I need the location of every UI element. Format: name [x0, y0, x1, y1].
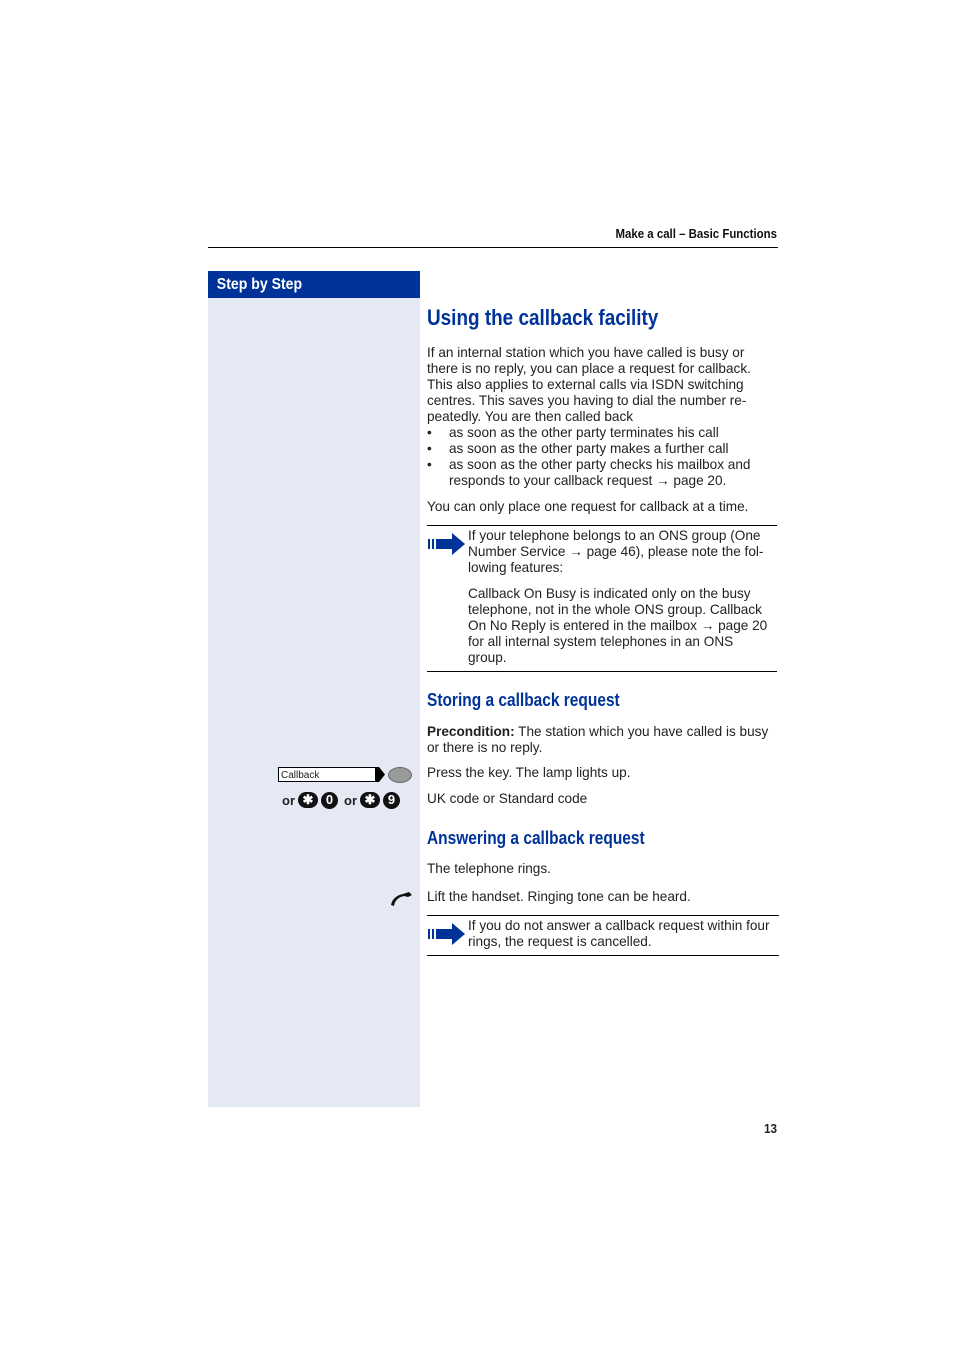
- intro-paragraph: If an internal station which you have ca…: [427, 345, 751, 424]
- cancel-note-text: If you do not answer a callback request …: [468, 918, 770, 949]
- bullet-dot: •: [427, 457, 432, 472]
- header-divider: [208, 247, 778, 248]
- page-title: Using the callback facility: [427, 305, 659, 330]
- note2-divider-top: [427, 915, 779, 916]
- or-label: or: [344, 792, 357, 808]
- note-divider-bottom: [427, 671, 777, 672]
- step-by-step-sidebar: [208, 271, 420, 1107]
- ons-note-text-1: If your telephone belongs to an ONS grou…: [468, 528, 764, 575]
- lamp-icon: [388, 767, 412, 783]
- note-arrow-icon: [428, 533, 465, 555]
- page-number: 13: [763, 1121, 777, 1136]
- single-request-note: You can only place one request for callb…: [427, 499, 749, 514]
- star-key-icon[interactable]: ✱: [298, 792, 318, 808]
- sidebar-header: Step by Step: [208, 271, 420, 298]
- callback-key[interactable]: Callback: [278, 767, 376, 782]
- code-keys: or ✱ 0 or ✱ 9: [282, 791, 400, 809]
- precondition-label: Precondition:: [427, 724, 515, 739]
- bullet-dot: •: [427, 425, 432, 440]
- bullet-dot: •: [427, 441, 432, 456]
- press-key-step: Press the key. The lamp lights up.: [427, 765, 631, 780]
- storing-heading: Storing a callback request: [427, 690, 620, 710]
- zero-key-icon[interactable]: 0: [321, 791, 338, 809]
- rings-text: The telephone rings.: [427, 861, 551, 876]
- section-title: Make a call – Basic Functions: [615, 226, 777, 241]
- answering-heading: Answering a callback request: [427, 828, 645, 848]
- ons-note-text-2: Callback On Busy is indicated only on th…: [468, 586, 768, 665]
- or-label: or: [282, 792, 295, 808]
- sidebar-title: Step by Step: [216, 276, 303, 293]
- star-key-icon[interactable]: ✱: [360, 792, 380, 808]
- code-step: UK code or Standard code: [427, 791, 588, 806]
- note2-divider-bottom: [427, 955, 779, 956]
- lift-handset-step: Lift the handset. Ringing tone can be he…: [427, 889, 691, 904]
- key-pointer-icon: [375, 767, 385, 782]
- lift-handset-icon: [391, 892, 412, 906]
- note-divider-top: [427, 525, 777, 526]
- nine-key-icon[interactable]: 9: [383, 791, 400, 809]
- precondition-text: Precondition: The station which you have…: [427, 724, 769, 755]
- note-arrow-icon: [428, 923, 465, 945]
